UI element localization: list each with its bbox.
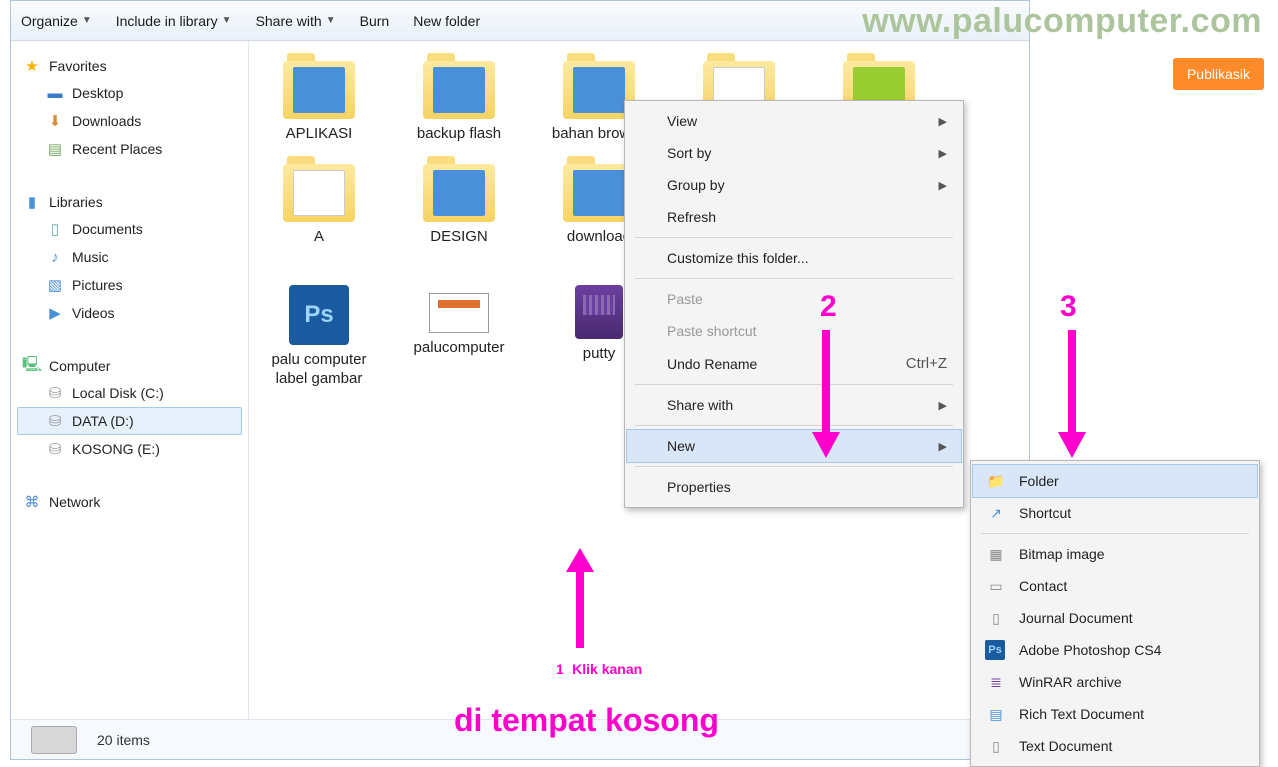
sidebar-item-music[interactable]: ♪Music <box>17 243 242 271</box>
menu-new-shortcut[interactable]: ↗Shortcut <box>973 497 1257 529</box>
sidebar-item-documents[interactable]: ▯Documents <box>17 215 242 243</box>
sidebar-network-header[interactable]: ⌘Network <box>17 489 242 515</box>
annotation-step-3: 3 <box>1060 290 1077 324</box>
menu-new[interactable]: New▶ <box>627 430 961 462</box>
menu-properties[interactable]: Properties <box>627 471 961 503</box>
include-in-library-button[interactable]: Include in library▼ <box>116 13 232 29</box>
menu-new-photoshop[interactable]: PsAdobe Photoshop CS4 <box>973 634 1257 666</box>
menu-undo-rename[interactable]: Undo RenameCtrl+Z <box>627 347 961 380</box>
text-file-icon: ▯ <box>985 735 1007 757</box>
navigation-pane: ★Favorites ▬Desktop ⬇Downloads ▤Recent P… <box>11 41 249 719</box>
menu-separator <box>981 533 1249 534</box>
sidebar-item-data-d[interactable]: ⛁DATA (D:) <box>17 407 242 435</box>
menu-new-bitmap[interactable]: ▦Bitmap image <box>973 538 1257 570</box>
sidebar-item-pictures[interactable]: ▧Pictures <box>17 271 242 299</box>
submenu-arrow-icon: ▶ <box>939 115 947 128</box>
submenu-arrow-icon: ▶ <box>939 399 947 412</box>
chevron-down-icon: ▼ <box>222 15 232 26</box>
menu-view[interactable]: View▶ <box>627 105 961 137</box>
drive-icon: ⛁ <box>46 440 64 458</box>
sidebar-libraries-header[interactable]: ▮Libraries <box>17 189 242 215</box>
menu-paste-shortcut: Paste shortcut <box>627 315 961 347</box>
folder-item[interactable]: A <box>259 164 379 266</box>
folder-item[interactable]: DESIGN <box>399 164 519 266</box>
sidebar-favorites-header[interactable]: ★Favorites <box>17 53 242 79</box>
sidebar-item-videos[interactable]: ▶Videos <box>17 299 242 327</box>
menu-sort-by[interactable]: Sort by▶ <box>627 137 961 169</box>
network-icon: ⌘ <box>23 493 41 511</box>
recent-places-icon: ▤ <box>46 140 64 158</box>
menu-new-rtf[interactable]: ▤Rich Text Document <box>973 698 1257 730</box>
menu-new-folder[interactable]: 📁Folder <box>973 465 1257 497</box>
toolbar: Organize▼ Include in library▼ Share with… <box>11 1 1029 41</box>
context-menu: View▶ Sort by▶ Group by▶ Refresh Customi… <box>624 100 964 508</box>
photoshop-icon: Ps <box>289 285 349 345</box>
rtf-icon: ▤ <box>985 703 1007 725</box>
submenu-arrow-icon: ▶ <box>939 147 947 160</box>
menu-share-with[interactable]: Share with▶ <box>627 389 961 421</box>
file-item[interactable]: palucomputer <box>399 285 519 389</box>
menu-refresh[interactable]: Refresh <box>627 201 961 233</box>
rar-icon <box>575 285 623 339</box>
menu-group-by[interactable]: Group by▶ <box>627 169 961 201</box>
html-file-icon <box>429 293 489 333</box>
drive-icon <box>31 726 77 754</box>
annotation-arrow-icon <box>1052 330 1092 460</box>
drive-icon: ⛁ <box>46 384 64 402</box>
folder-icon: 📁 <box>985 470 1007 492</box>
computer-icon: 🖳 <box>23 357 41 375</box>
new-submenu: 📁Folder ↗Shortcut ▦Bitmap image ▭Contact… <box>970 460 1260 767</box>
menu-separator <box>635 466 953 467</box>
status-bar: 20 items <box>11 719 1029 759</box>
sidebar-item-recent-places[interactable]: ▤Recent Places <box>17 135 242 163</box>
contact-icon: ▭ <box>985 575 1007 597</box>
folder-item[interactable]: APLIKASI <box>259 61 379 144</box>
desktop-icon: ▬ <box>46 84 64 102</box>
winrar-icon: ≣ <box>985 671 1007 693</box>
drive-icon: ⛁ <box>46 412 64 430</box>
menu-new-text[interactable]: ▯Text Document <box>973 730 1257 762</box>
sidebar-item-downloads[interactable]: ⬇Downloads <box>17 107 242 135</box>
new-folder-button[interactable]: New folder <box>413 13 480 29</box>
sidebar-item-desktop[interactable]: ▬Desktop <box>17 79 242 107</box>
sidebar-computer-header[interactable]: 🖳Computer <box>17 353 242 379</box>
submenu-arrow-icon: ▶ <box>939 440 947 453</box>
menu-new-contact[interactable]: ▭Contact <box>973 570 1257 602</box>
submenu-arrow-icon: ▶ <box>939 179 947 192</box>
share-with-button[interactable]: Share with▼ <box>256 13 336 29</box>
keyboard-shortcut: Ctrl+Z <box>906 355 947 372</box>
menu-separator <box>635 237 953 238</box>
chevron-down-icon: ▼ <box>326 15 336 26</box>
journal-icon: ▯ <box>985 607 1007 629</box>
menu-new-winrar[interactable]: ≣WinRAR archive <box>973 666 1257 698</box>
photoshop-icon: Ps <box>985 640 1005 660</box>
folder-item[interactable]: backup flash <box>399 61 519 144</box>
documents-icon: ▯ <box>46 220 64 238</box>
libraries-icon: ▮ <box>23 193 41 211</box>
videos-icon: ▶ <box>46 304 64 322</box>
bitmap-icon: ▦ <box>985 543 1007 565</box>
menu-paste: Paste <box>627 283 961 315</box>
music-icon: ♪ <box>46 248 64 266</box>
star-icon: ★ <box>23 57 41 75</box>
file-item[interactable]: Pspalu computer label gambar <box>259 285 379 389</box>
menu-separator <box>635 384 953 385</box>
sidebar-item-local-disk-c[interactable]: ⛁Local Disk (C:) <box>17 379 242 407</box>
menu-separator <box>635 425 953 426</box>
menu-customize-folder[interactable]: Customize this folder... <box>627 242 961 274</box>
downloads-icon: ⬇ <box>46 112 64 130</box>
chevron-down-icon: ▼ <box>82 15 92 26</box>
pictures-icon: ▧ <box>46 276 64 294</box>
sidebar-item-kosong-e[interactable]: ⛁KOSONG (E:) <box>17 435 242 463</box>
shortcut-icon: ↗ <box>985 502 1007 524</box>
burn-button[interactable]: Burn <box>360 13 390 29</box>
publish-button[interactable]: Publikasik <box>1173 58 1264 90</box>
item-count: 20 items <box>97 732 150 748</box>
menu-separator <box>635 278 953 279</box>
menu-new-journal[interactable]: ▯Journal Document <box>973 602 1257 634</box>
organize-button[interactable]: Organize▼ <box>21 13 92 29</box>
